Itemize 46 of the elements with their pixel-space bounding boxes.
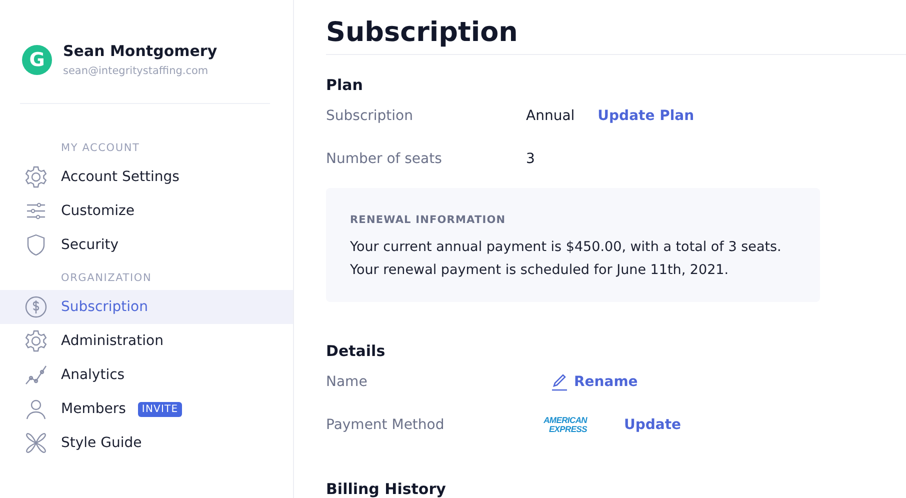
sidebar-item[interactable]: Customize [0,194,293,228]
sidebar-item[interactable]: Style Guide [0,426,293,460]
update-plan-link[interactable]: Update Plan [598,108,694,124]
field-value: 3 [526,150,535,167]
section-heading: MY ACCOUNT [60,142,141,154]
user-icon [24,397,48,421]
section-heading: ORGANIZATION [60,272,153,284]
sidebar-item[interactable]: Subscription [0,290,293,324]
field-label: Number of seats [326,150,443,167]
sidebar-item[interactable]: Account Settings [0,160,293,194]
sidebar-item-label: Account Settings [61,169,180,185]
renewal-text: Your current annual payment is $450.00, with a total of 3 seats. [350,238,782,257]
user-email: sean@integritystaffing.com [63,65,210,77]
field-label: Subscription [326,108,414,124]
sidebar-item-label: Analytics [61,367,125,383]
section-heading: Plan [326,76,364,94]
avatar: G [22,44,52,74]
sidebar-item-label: Style Guide [61,435,142,451]
invite-badge[interactable]: INVITE [138,402,182,416]
line-chart-icon [24,363,48,387]
update-payment-link[interactable]: Update [624,416,682,433]
page-title: Subscription [326,17,906,55]
sidebar-item[interactable]: Administration [0,324,293,358]
sidebar-item[interactable]: Members INVITE [0,392,293,426]
section-heading: Billing History [326,480,447,498]
flower-icon [24,431,48,455]
renewal-heading: RENEWAL INFORMATION [350,214,507,226]
sidebar-item-label: Subscription [61,299,148,315]
sidebar-item[interactable]: Analytics [0,358,293,392]
renewal-text: Your renewal payment is scheduled for June 11th, 2021. [350,261,730,280]
sidebar-item-label: Security [61,237,118,253]
dollar-icon [24,295,48,319]
sidebar-item-label: Members [61,401,126,417]
sidebar-item-label: Administration [61,333,164,349]
user-name: Sean Montgomery [63,42,218,60]
pencil-icon [550,373,568,392]
section-heading: Details [326,342,386,360]
card-logo: AMERICAN EXPRESS [542,416,587,434]
sidebar-item-label: Customize [61,203,134,219]
field-value: Annual [526,108,575,124]
field-label: Payment Method [326,416,446,433]
gear-icon [24,165,48,189]
gear-icon [24,329,48,353]
field-label: Name [326,374,368,390]
sidebar-item[interactable]: Security [0,228,293,262]
rename-link[interactable]: Rename [550,373,638,392]
